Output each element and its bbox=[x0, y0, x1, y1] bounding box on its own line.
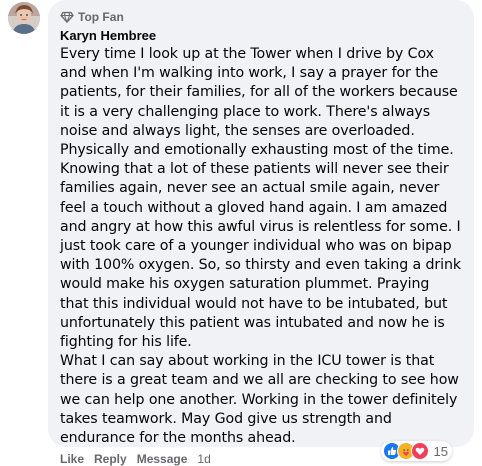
love-icon bbox=[410, 442, 429, 460]
comment-actions: Like Reply Message 1d bbox=[60, 452, 211, 466]
author-name[interactable]: Karyn Hembree bbox=[60, 28, 462, 44]
comment-paragraph: Every time I look up at the Tower when I… bbox=[60, 46, 462, 351]
diamond-icon bbox=[60, 10, 74, 24]
like-link[interactable]: Like bbox=[60, 452, 84, 466]
avatar-image bbox=[8, 2, 40, 34]
avatar[interactable] bbox=[8, 2, 40, 34]
badge-label: Top Fan bbox=[78, 9, 124, 24]
comment-bubble: Top Fan Karyn Hembree Every time I look … bbox=[48, 0, 474, 447]
reaction-count: 15 bbox=[433, 443, 448, 459]
timestamp[interactable]: 1d bbox=[197, 452, 210, 466]
reply-link[interactable]: Reply bbox=[94, 452, 127, 466]
top-fan-badge[interactable]: Top Fan bbox=[60, 8, 462, 25]
comment-text: Every time I look up at the Tower when I… bbox=[60, 45, 462, 448]
message-link[interactable]: Message bbox=[137, 452, 188, 466]
reaction-summary[interactable]: 15 bbox=[380, 441, 452, 461]
comment-paragraph: What I can say about working in the ICU … bbox=[60, 353, 459, 447]
